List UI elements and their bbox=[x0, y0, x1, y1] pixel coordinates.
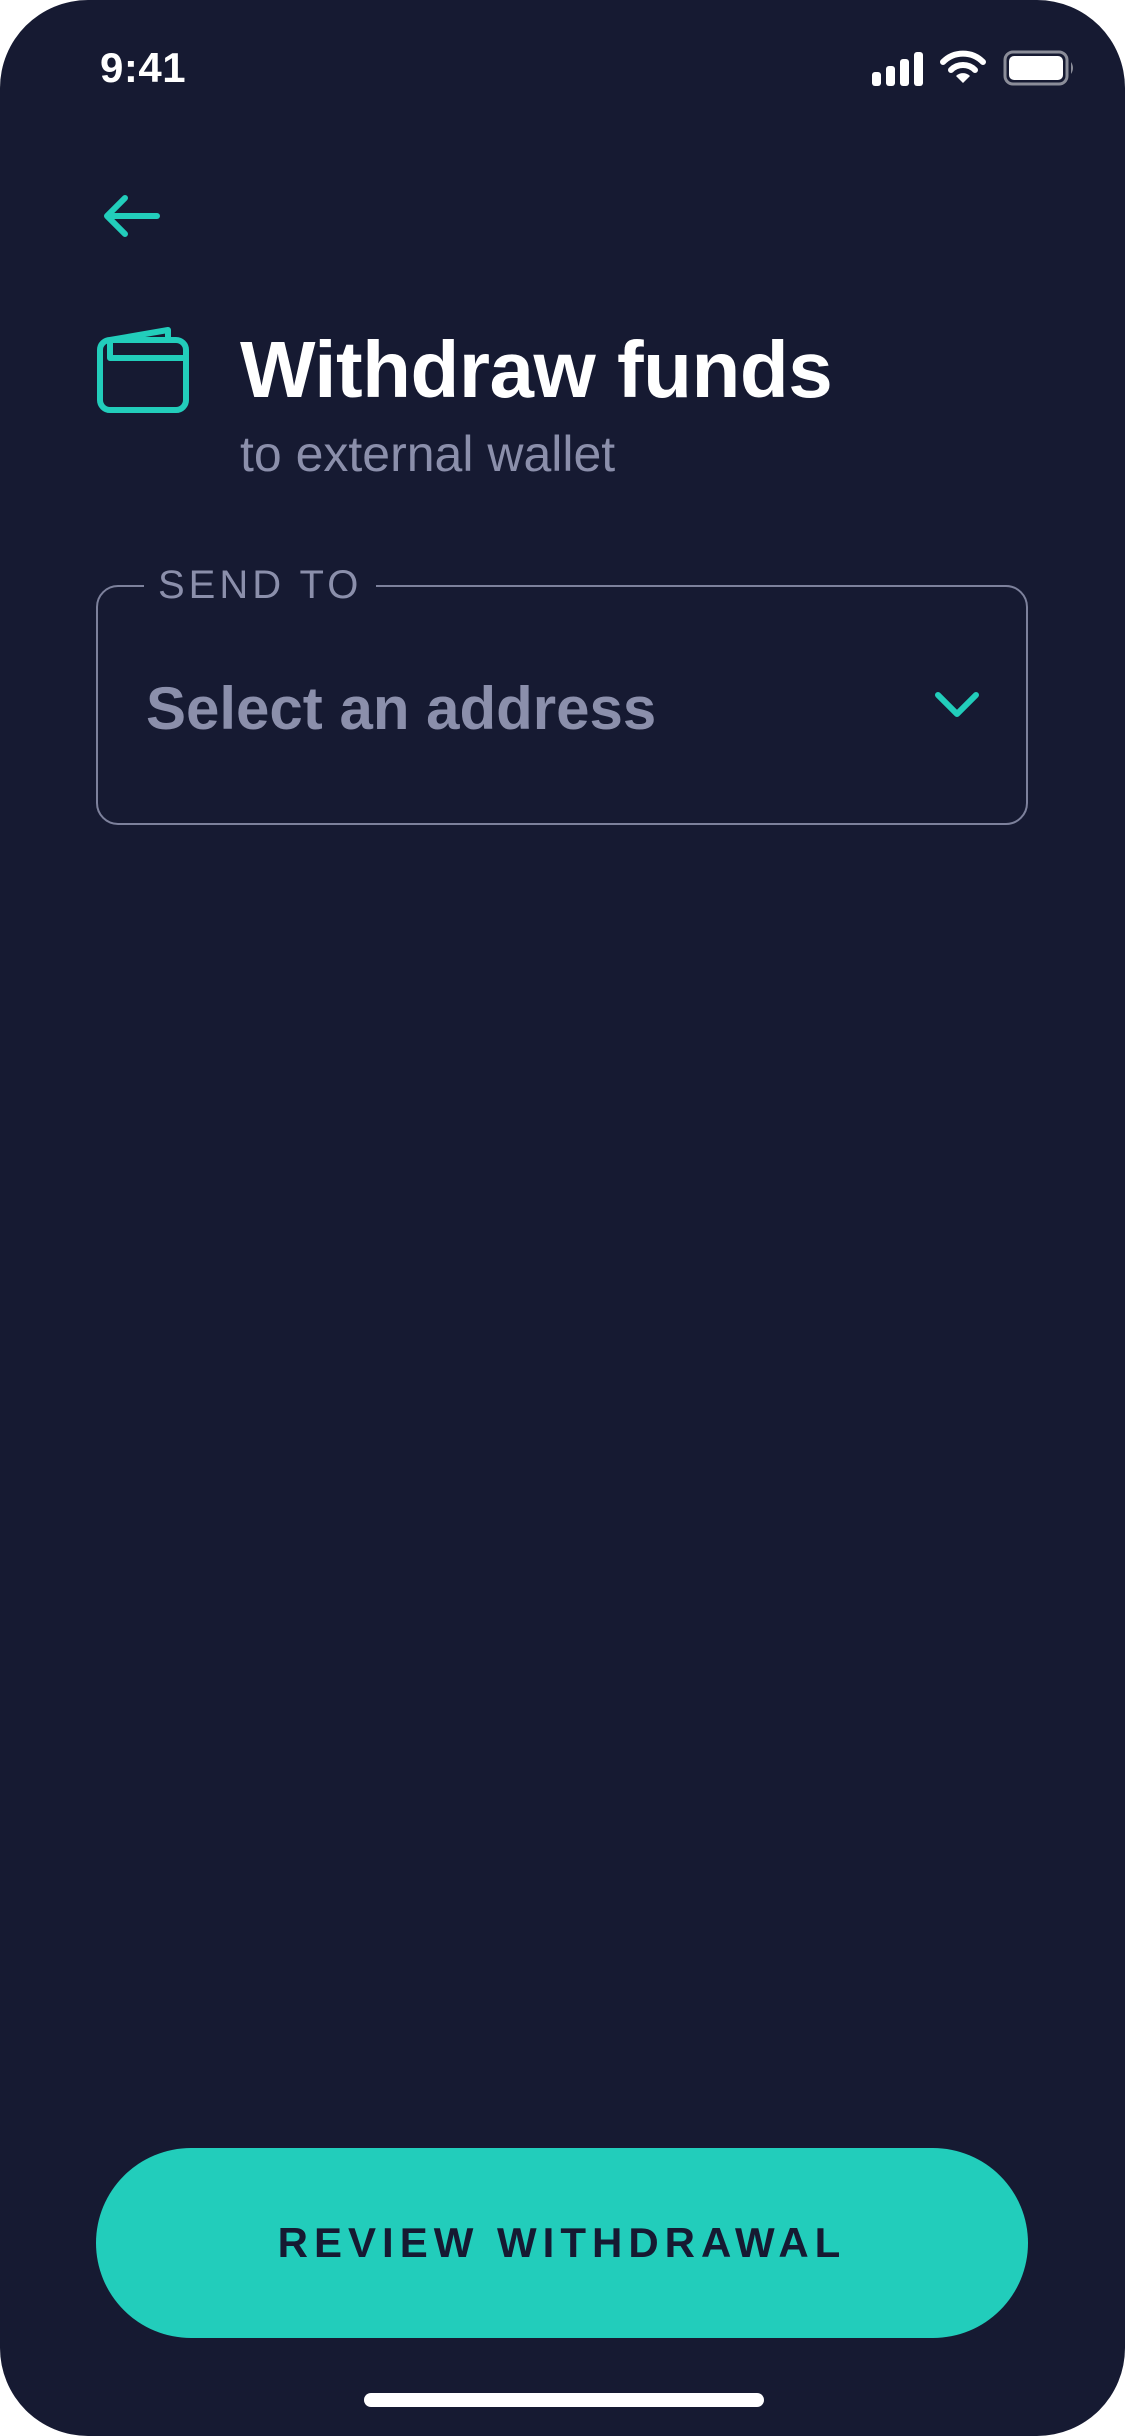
battery-icon bbox=[1003, 50, 1073, 86]
select-address-placeholder: Select an address bbox=[146, 675, 657, 742]
status-time: 9:41 bbox=[100, 44, 187, 91]
page-subtitle: to external wallet bbox=[240, 426, 616, 482]
wallet-icon bbox=[97, 327, 189, 413]
review-withdrawal-button[interactable]: REVIEW WITHDRAWAL bbox=[96, 2148, 1028, 2338]
send-to-label: SEND TO bbox=[144, 557, 377, 613]
status-icons bbox=[872, 48, 1077, 88]
home-indicator[interactable] bbox=[364, 2393, 764, 2407]
send-to-address-select[interactable]: SEND TO Select an address bbox=[96, 557, 1028, 825]
arrow-left-icon bbox=[104, 195, 160, 237]
chevron-down-icon bbox=[935, 692, 979, 717]
review-withdrawal-label: REVIEW WITHDRAWAL bbox=[277, 2219, 847, 2266]
wifi-icon bbox=[940, 50, 986, 83]
page-title: Withdraw funds bbox=[240, 325, 833, 414]
app-screen: 9:41 Withdraw funds to external wallet S… bbox=[0, 0, 1125, 2436]
cellular-signal-icon bbox=[872, 50, 923, 86]
back-button[interactable] bbox=[96, 186, 166, 246]
